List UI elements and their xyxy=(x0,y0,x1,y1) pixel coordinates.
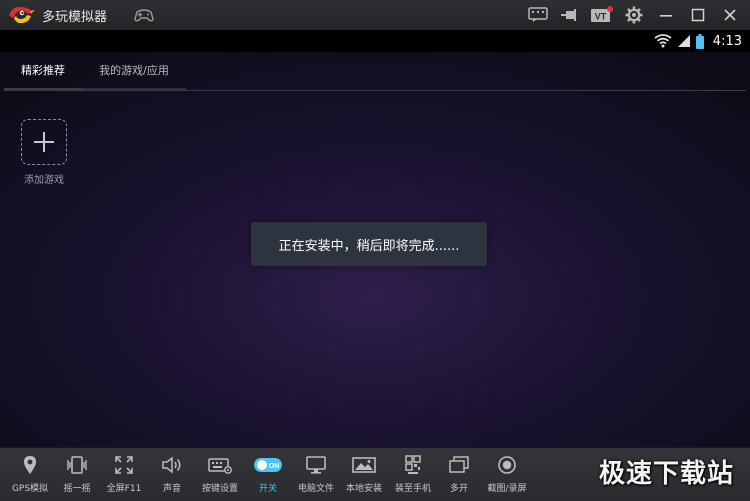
title-bar: 多玩模拟器 VT xyxy=(0,0,750,31)
gps-button[interactable]: GPS模拟 xyxy=(7,454,53,498)
shake-label: 摇一摇 xyxy=(63,484,91,494)
sound-label: 声音 xyxy=(162,484,181,494)
minimize-icon xyxy=(660,15,672,17)
launcher-screen: 精彩推荐 我的游戏/应用 添加游戏 正在安装中，稍后即将完成...... xyxy=(0,52,750,447)
title-bar-controls: VT xyxy=(522,0,746,30)
image-install-icon xyxy=(352,457,376,473)
status-icons: 4:13 xyxy=(654,30,742,52)
battery-icon xyxy=(695,33,704,49)
pc-files-button[interactable]: 电脑文件 xyxy=(293,454,339,498)
gear-icon xyxy=(625,6,643,24)
screenshot-record-button[interactable]: 截图/录屏 xyxy=(484,454,530,498)
vt-icon: VT xyxy=(591,6,613,22)
settings-button[interactable] xyxy=(618,0,650,30)
toggle-state-text: ON xyxy=(269,463,280,470)
shake-icon xyxy=(67,456,87,474)
emulator-window: 多玩模拟器 VT 4:13 精彩推荐 我的游戏/应用 添加游戏 正在安装中，稍后… xyxy=(0,0,750,501)
record-icon xyxy=(498,456,516,474)
app-title: 多玩模拟器 xyxy=(42,9,108,25)
screenshot-record-label: 截图/录屏 xyxy=(487,484,527,494)
tab-my-games[interactable]: 我的游戏/应用 xyxy=(82,52,186,91)
pin-icon xyxy=(561,9,576,21)
gamepad-icon[interactable] xyxy=(133,7,155,23)
multi-instance-button[interactable]: 多开 xyxy=(436,454,482,498)
svg-text:VT: VT xyxy=(595,12,607,22)
keyboard-settings-icon xyxy=(208,458,232,474)
fullscreen-button[interactable]: 全屏F11 xyxy=(101,454,147,498)
signal-icon xyxy=(677,35,690,47)
monitor-icon xyxy=(306,456,326,474)
tab-bar: 精彩推荐 我的游戏/应用 xyxy=(4,52,746,91)
add-game-button[interactable]: 添加游戏 xyxy=(20,119,68,186)
tab-featured[interactable]: 精彩推荐 xyxy=(4,52,82,91)
toggle-label: 开关 xyxy=(258,484,277,494)
app-logo-icon xyxy=(6,2,36,28)
local-install-button[interactable]: 本地安装 xyxy=(341,454,387,498)
close-button[interactable] xyxy=(714,0,746,30)
status-time: 4:13 xyxy=(712,33,742,49)
install-to-phone-label: 装至手机 xyxy=(394,484,431,494)
local-install-label: 本地安装 xyxy=(345,484,382,494)
installing-toast: 正在安装中，稍后即将完成...... xyxy=(251,222,487,266)
multi-window-icon xyxy=(449,456,469,473)
pc-files-label: 电脑文件 xyxy=(297,484,334,494)
close-icon xyxy=(724,9,736,21)
chat-icon xyxy=(528,7,548,22)
location-pin-icon xyxy=(24,456,36,474)
toggle-switch[interactable]: ON 开关 xyxy=(245,454,291,498)
maximize-icon xyxy=(691,8,705,22)
maximize-button[interactable] xyxy=(682,0,714,30)
speaker-icon xyxy=(162,456,181,474)
install-to-phone-button[interactable]: 装至手机 xyxy=(390,454,436,498)
shake-button[interactable]: 摇一摇 xyxy=(54,454,100,498)
multi-instance-label: 多开 xyxy=(449,484,468,494)
plus-icon xyxy=(21,119,67,165)
gps-label: GPS模拟 xyxy=(11,484,49,494)
vt-button[interactable]: VT xyxy=(586,0,618,30)
minimize-button[interactable] xyxy=(650,0,682,30)
key-settings-button[interactable]: 按键设置 xyxy=(197,454,243,498)
key-settings-label: 按键设置 xyxy=(201,484,238,494)
fullscreen-label: 全屏F11 xyxy=(106,484,142,494)
add-game-label: 添加游戏 xyxy=(24,175,64,186)
fullscreen-icon xyxy=(115,456,133,474)
sound-button[interactable]: 声音 xyxy=(149,454,195,498)
pin-button[interactable] xyxy=(554,0,586,30)
notification-dot xyxy=(607,6,613,12)
message-button[interactable] xyxy=(522,0,554,30)
watermark-text: 极速下载站 xyxy=(598,459,734,489)
qr-phone-icon xyxy=(405,455,421,474)
toggle-on-icon: ON xyxy=(254,458,282,472)
tab-divider xyxy=(4,90,746,91)
android-status-bar: 4:13 xyxy=(0,30,750,52)
wifi-icon xyxy=(654,34,672,48)
